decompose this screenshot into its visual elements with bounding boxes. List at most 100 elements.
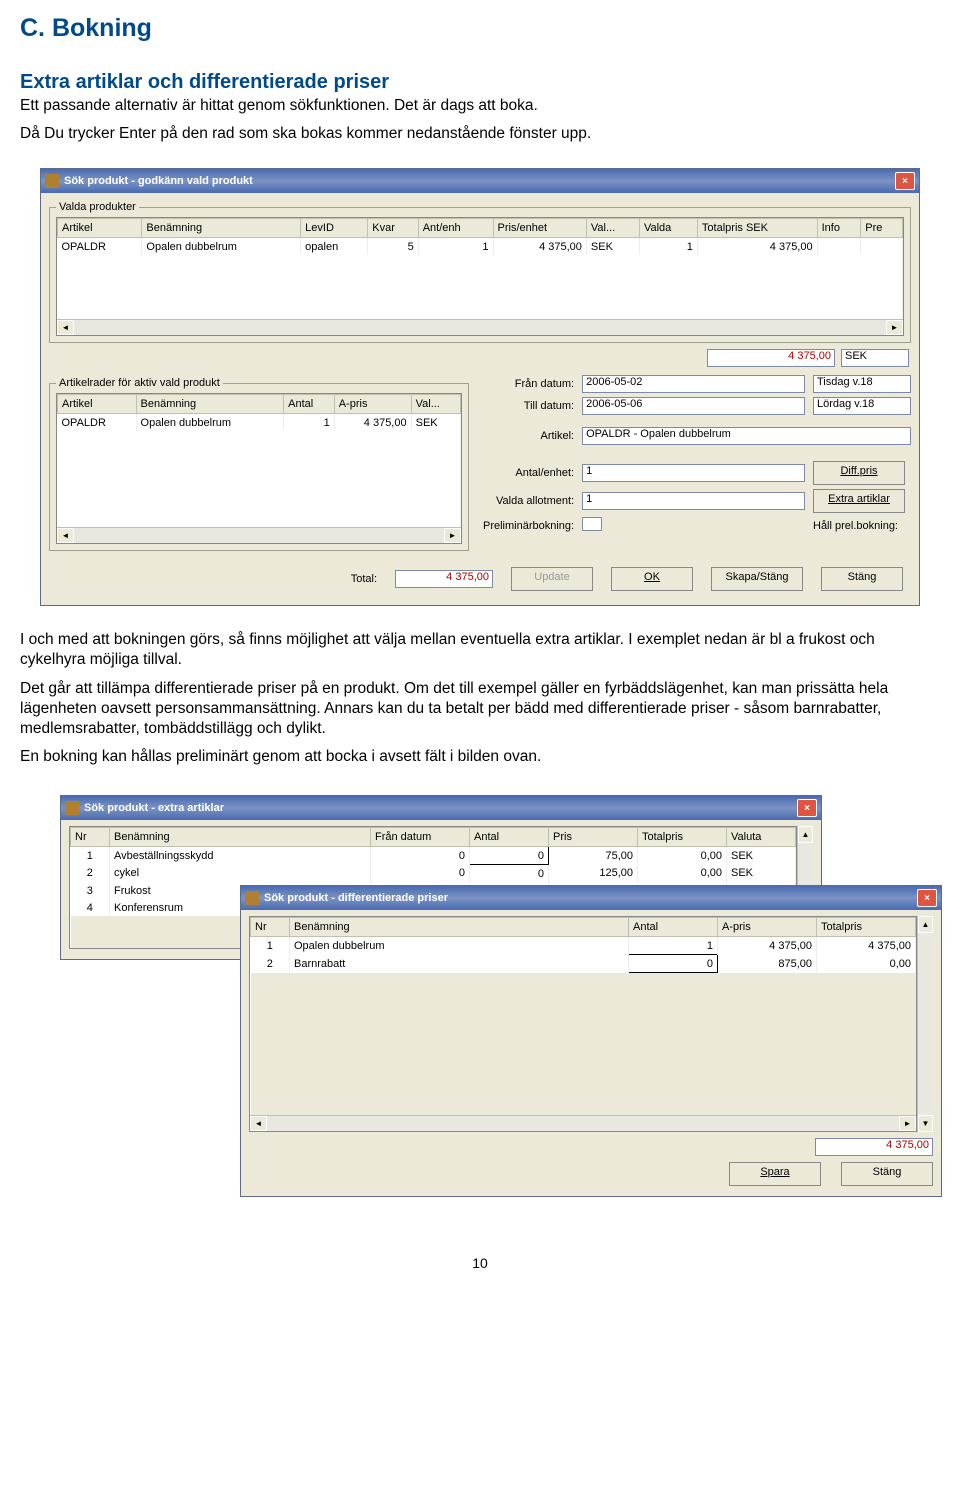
col-frandatum[interactable]: Från datum <box>371 828 470 847</box>
col-artikel[interactable]: Artikel <box>58 219 142 238</box>
paragraph: Ett passande alternativ är hittat genom … <box>20 96 940 116</box>
cell: 4 375,00 <box>697 238 817 256</box>
col-benamning[interactable]: Benämning <box>142 219 301 238</box>
scrollbar-horizontal[interactable]: ◄ ► <box>57 319 903 335</box>
col-antal[interactable]: Antal <box>284 395 335 414</box>
table-row[interactable]: 1Avbeställningsskydd0075,000,00SEK <box>71 847 796 865</box>
table-row[interactable]: 2cykel00125,000,00SEK <box>71 865 796 883</box>
valda-allotment-field[interactable]: 1 <box>582 492 805 510</box>
titlebar[interactable]: Sök produkt - extra artiklar × <box>61 796 821 820</box>
table-row[interactable]: 1Opalen dubbelrum14 375,004 375,00 <box>251 937 916 955</box>
col-benamning[interactable]: Benämning <box>110 828 371 847</box>
cell: Opalen dubbelrum <box>290 937 629 955</box>
cell: 4 <box>71 899 110 916</box>
table-header-row: Artikel Benämning Antal A-pris Val... <box>58 395 461 414</box>
scroll-left-icon[interactable]: ◄ <box>57 528 74 543</box>
title-text: Sök produkt - godkänn vald produkt <box>64 175 895 187</box>
cell: Opalen dubbelrum <box>136 414 284 432</box>
scroll-track[interactable] <box>74 320 886 335</box>
col-antal[interactable]: Antal <box>470 828 549 847</box>
table-valda-produkter[interactable]: Artikel Benämning LevID Kvar Ant/enh Pri… <box>57 218 903 319</box>
from-date-field[interactable]: 2006-05-02 <box>582 375 805 393</box>
artikel-label: Artikel: <box>483 430 574 442</box>
cell: 0 <box>371 847 470 865</box>
col-antal[interactable]: Antal <box>629 918 718 937</box>
col-apris[interactable]: A-pris <box>334 395 411 414</box>
col-levid[interactable]: LevID <box>301 219 368 238</box>
hall-prel-label: Håll prel.bokning: <box>813 520 911 532</box>
col-antenh[interactable]: Ant/enh <box>418 219 493 238</box>
antal-enhet-field[interactable]: 1 <box>582 464 805 482</box>
cell: 0,00 <box>817 955 916 973</box>
scroll-up-icon[interactable]: ▲ <box>798 826 813 843</box>
currency-field: SEK <box>841 349 909 367</box>
titlebar[interactable]: Sök produkt - differentierade priser × <box>241 886 941 910</box>
scroll-right-icon[interactable]: ► <box>886 320 903 335</box>
scroll-right-icon[interactable]: ► <box>444 528 461 543</box>
scroll-track[interactable] <box>918 933 933 1115</box>
col-kvar[interactable]: Kvar <box>368 219 418 238</box>
scroll-right-icon[interactable]: ► <box>899 1116 916 1131</box>
col-benamning[interactable]: Benämning <box>290 918 629 937</box>
col-prisenhet[interactable]: Pris/enhet <box>493 219 586 238</box>
prelim-checkbox[interactable] <box>582 517 602 531</box>
stang-button[interactable]: Stäng <box>821 567 903 591</box>
stang-button[interactable]: Stäng <box>841 1162 933 1186</box>
to-date-day: Lördag v.18 <box>813 397 911 415</box>
diff-pris-button[interactable]: Diff.pris <box>813 461 905 485</box>
col-valda[interactable]: Valda <box>639 219 697 238</box>
scrollbar-horizontal[interactable]: ◄ ► <box>250 1115 916 1131</box>
app-icon <box>245 891 259 905</box>
titlebar[interactable]: Sök produkt - godkänn vald produkt × <box>41 169 919 193</box>
close-icon[interactable]: × <box>917 889 937 907</box>
col-benamning[interactable]: Benämning <box>136 395 284 414</box>
table-header-row: Nr Benämning Antal A-pris Totalpris <box>251 918 916 937</box>
scroll-track[interactable] <box>74 528 444 543</box>
valda-allotment-label: Valda allotment: <box>483 495 574 507</box>
close-icon[interactable]: × <box>895 172 915 190</box>
diff-total-field: 4 375,00 <box>815 1138 933 1156</box>
col-nr[interactable]: Nr <box>251 918 290 937</box>
scroll-left-icon[interactable]: ◄ <box>57 320 74 335</box>
scroll-down-icon[interactable]: ▼ <box>918 1115 933 1132</box>
cell: 1 <box>71 847 110 865</box>
cell: 2 <box>71 865 110 883</box>
col-apris[interactable]: A-pris <box>718 918 817 937</box>
table-artikelrader[interactable]: Artikel Benämning Antal A-pris Val... OP… <box>57 394 461 527</box>
table-diff-priser[interactable]: Nr Benämning Antal A-pris Totalpris 1Opa… <box>250 917 916 1115</box>
skapa-stang-button[interactable]: Skapa/Stäng <box>711 567 803 591</box>
cell: 75,00 <box>549 847 638 865</box>
col-nr[interactable]: Nr <box>71 828 110 847</box>
scroll-track[interactable] <box>267 1116 899 1131</box>
ok-button[interactable]: OK <box>611 567 693 591</box>
col-pris[interactable]: Pris <box>549 828 638 847</box>
scrollbar-vertical[interactable]: ▲ ▼ <box>917 916 933 1132</box>
scroll-left-icon[interactable]: ◄ <box>250 1116 267 1131</box>
scroll-up-icon[interactable]: ▲ <box>918 916 933 933</box>
col-val[interactable]: Val... <box>411 395 460 414</box>
to-date-field[interactable]: 2006-05-06 <box>582 397 805 415</box>
col-totalpris[interactable]: Totalpris SEK <box>697 219 817 238</box>
col-pre[interactable]: Pre <box>861 219 903 238</box>
close-icon[interactable]: × <box>797 799 817 817</box>
total-field: 4 375,00 <box>395 570 493 588</box>
extra-artiklar-button[interactable]: Extra artiklar <box>813 489 905 513</box>
col-valuta[interactable]: Valuta <box>727 828 796 847</box>
table-row[interactable]: OPALDR Opalen dubbelrum 1 4 375,00 SEK <box>58 414 461 432</box>
col-info[interactable]: Info <box>817 219 861 238</box>
col-totalpris[interactable]: Totalpris <box>817 918 916 937</box>
cell: 1 <box>639 238 697 256</box>
scrollbar-horizontal[interactable]: ◄ ► <box>57 527 461 543</box>
update-button[interactable]: Update <box>511 567 593 591</box>
from-date-day: Tisdag v.18 <box>813 375 911 393</box>
cell: 4 375,00 <box>334 414 411 432</box>
table-row[interactable]: 2Barnrabatt0875,000,00 <box>251 955 916 973</box>
page-subheading: Extra artiklar och differentierade prise… <box>20 71 940 94</box>
from-date-label: Från datum: <box>483 378 574 390</box>
col-totalpris[interactable]: Totalpris <box>638 828 727 847</box>
artikel-field[interactable]: OPALDR - Opalen dubbelrum <box>582 427 911 445</box>
table-row[interactable]: OPALDR Opalen dubbelrum opalen 5 1 4 375… <box>58 238 903 256</box>
spara-button[interactable]: Spara <box>729 1162 821 1186</box>
col-val[interactable]: Val... <box>586 219 639 238</box>
col-artikel[interactable]: Artikel <box>58 395 137 414</box>
